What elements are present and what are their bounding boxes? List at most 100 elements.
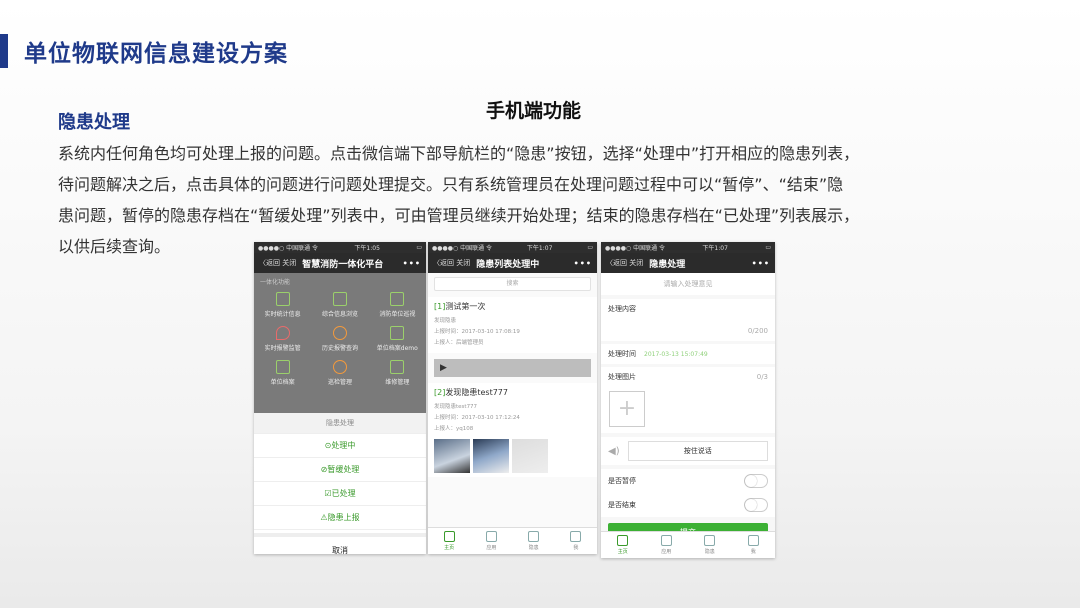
- add-image-icon[interactable]: [609, 391, 645, 427]
- slide-subtitle: 手机端功能: [486, 100, 582, 122]
- option-processed[interactable]: ☑已处理: [254, 482, 426, 506]
- home-icon: [617, 535, 629, 546]
- back-button[interactable]: 〈返回 关闭: [606, 258, 643, 268]
- hazard-list-item[interactable]: [2]发现隐患test777 发现隐患test777 上报时间：2017-03-…: [428, 383, 597, 477]
- image-row: 处理图片 0/3: [601, 367, 775, 387]
- fire-icon: [275, 326, 290, 340]
- pause-toggle[interactable]: [744, 474, 768, 488]
- battery-icon: ▭: [416, 244, 422, 251]
- nav-bar: 〈返回 关闭 隐患列表处理中 •••: [428, 253, 597, 273]
- tab-label: 隐患: [704, 549, 715, 555]
- tab-hazard[interactable]: 隐患: [513, 528, 555, 554]
- phone-screenshot-menu: ●●●●○ 中国联通 令 下午1:05 ▭ 〈返回 关闭 智慧消防一体化平台 •…: [254, 242, 426, 554]
- grid-item-label: 历史报警查询: [321, 345, 358, 352]
- title-accent-bar: [0, 34, 8, 68]
- item-reporter: 上报人：后端管理员: [434, 340, 484, 346]
- grid-item[interactable]: 单位档案demo: [369, 326, 426, 352]
- content-label: 处理内容: [608, 305, 636, 313]
- back-button[interactable]: 〈返回 关闭: [259, 258, 296, 268]
- frame-icon: [390, 326, 405, 340]
- tab-me[interactable]: 我: [732, 532, 776, 558]
- status-time: 下午1:07: [526, 245, 553, 252]
- item-time: 上报时间：2017-03-10 17:12:24: [434, 415, 520, 421]
- item-title: 测试第一次: [445, 302, 486, 311]
- status-bar: ●●●●○ 中国联通 令 下午1:05 ▭: [254, 242, 426, 253]
- end-label: 是否结束: [608, 501, 636, 509]
- time-label: 处理时间: [608, 350, 636, 358]
- content-row: 处理内容: [601, 299, 775, 319]
- status-time: 下午1:05: [354, 245, 380, 252]
- opinion-input[interactable]: 请输入处理意见: [601, 273, 775, 295]
- grid-icon: [485, 531, 497, 542]
- tab-label: 主页: [444, 545, 455, 551]
- option-deferred[interactable]: ⊘暂缓处理: [254, 458, 426, 482]
- tab-label: 应用: [661, 549, 672, 555]
- photo-thumbnail[interactable]: [434, 439, 470, 473]
- grid-item-label: 维修管理: [385, 379, 410, 386]
- option-report-hazard[interactable]: ⚠隐患上报: [254, 506, 426, 530]
- copy-icon: [390, 292, 405, 306]
- refresh-icon: [390, 360, 405, 374]
- grid-item-label: 实时统计信息: [264, 311, 301, 318]
- hold-to-talk-button[interactable]: 按住说话: [627, 441, 768, 461]
- play-icon[interactable]: ▶: [440, 363, 447, 373]
- cancel-button[interactable]: 取消: [254, 533, 426, 554]
- list-icon: [332, 292, 347, 306]
- search-input[interactable]: 搜索: [434, 277, 591, 291]
- tab-home[interactable]: 主页: [601, 532, 645, 558]
- person-icon: [332, 360, 347, 374]
- end-toggle[interactable]: [744, 498, 768, 512]
- grid-item[interactable]: 维修管理: [369, 360, 426, 386]
- nav-bar: 〈返回 关闭 隐患处理 •••: [601, 253, 775, 273]
- grid-item[interactable]: 巡检管理: [311, 360, 368, 386]
- item-index: [1]: [434, 302, 446, 311]
- back-button[interactable]: 〈返回 关闭: [433, 258, 470, 268]
- opinion-placeholder: 请输入处理意见: [663, 280, 713, 288]
- gear-icon: [570, 531, 582, 542]
- tab-label: 我: [750, 549, 756, 555]
- phone-screenshot-list: ●●●●○ 中国联通 令 下午1:07 ▭ 〈返回 关闭 隐患列表处理中 •••…: [428, 242, 597, 554]
- grid-item[interactable]: 实时统计信息: [254, 292, 311, 318]
- grid-item[interactable]: 实时报警监管: [254, 326, 311, 352]
- option-processing[interactable]: ⊙处理中: [254, 434, 426, 458]
- tab-home[interactable]: 主页: [428, 528, 470, 554]
- content-textarea[interactable]: 0/200: [601, 319, 775, 341]
- tab-hazard[interactable]: 隐患: [688, 532, 732, 558]
- end-row: 是否结束: [601, 493, 775, 517]
- time-value[interactable]: 2017-03-13 15:07:49: [644, 351, 768, 358]
- video-player[interactable]: ▶: [434, 359, 591, 377]
- tab-apps[interactable]: 应用: [470, 528, 512, 554]
- voice-row: ◀) 按住说话: [601, 437, 775, 465]
- photo-thumbnail[interactable]: [473, 439, 509, 473]
- grid-icon: [660, 535, 672, 546]
- function-grid: 实时统计信息 综合信息浏览 消防单位巡视 实时报警监管 历史报警查询 单位档案d…: [254, 290, 426, 388]
- carrier-label: ●●●●○ 中国联通 令: [258, 245, 318, 252]
- speaker-icon[interactable]: ◀): [608, 446, 620, 457]
- status-bar: ●●●●○ 中国联通 令 下午1:07 ▭: [601, 242, 775, 253]
- section-heading: 隐患处理: [58, 112, 130, 133]
- item-desc: 发现隐患: [434, 318, 457, 324]
- grid-item[interactable]: 单位档案: [254, 360, 311, 386]
- slide-title: 单位物联网信息建设方案: [24, 41, 288, 67]
- more-menu-icon[interactable]: •••: [574, 259, 592, 268]
- carrier-label: ●●●●○ 中国联通 令: [605, 245, 665, 252]
- grid-item[interactable]: 历史报警查询: [311, 326, 368, 352]
- tab-label: 我: [573, 545, 579, 551]
- hazard-list-item[interactable]: [1]测试第一次 发现隐患 上报时间：2017-03-10 17:08:19 上…: [428, 297, 597, 353]
- grid-caption: 一体化功能: [260, 279, 291, 286]
- grid-item[interactable]: 消防单位巡视: [369, 292, 426, 318]
- item-title: 发现隐患test777: [445, 388, 508, 397]
- more-menu-icon[interactable]: •••: [752, 259, 770, 268]
- content-counter: 0/200: [747, 327, 768, 335]
- tab-apps[interactable]: 应用: [645, 532, 689, 558]
- more-menu-icon[interactable]: •••: [403, 259, 421, 268]
- bottom-tab-bar: 主页 应用 隐患 我: [428, 527, 597, 554]
- photo-thumbnail[interactable]: [512, 439, 548, 473]
- pause-row: 是否暂停: [601, 469, 775, 493]
- phone-screenshot-process-form: ●●●●○ 中国联通 令 下午1:07 ▭ 〈返回 关闭 隐患处理 ••• 请输…: [601, 242, 775, 558]
- function-grid-overlay: 一体化功能 实时统计信息 综合信息浏览 消防单位巡视 实时报警监管 历史报警查询…: [254, 273, 426, 413]
- tab-me[interactable]: 我: [555, 528, 597, 554]
- image-label: 处理图片: [608, 373, 636, 381]
- grid-item[interactable]: 综合信息浏览: [311, 292, 368, 318]
- grid-item-label: 综合信息浏览: [321, 311, 358, 318]
